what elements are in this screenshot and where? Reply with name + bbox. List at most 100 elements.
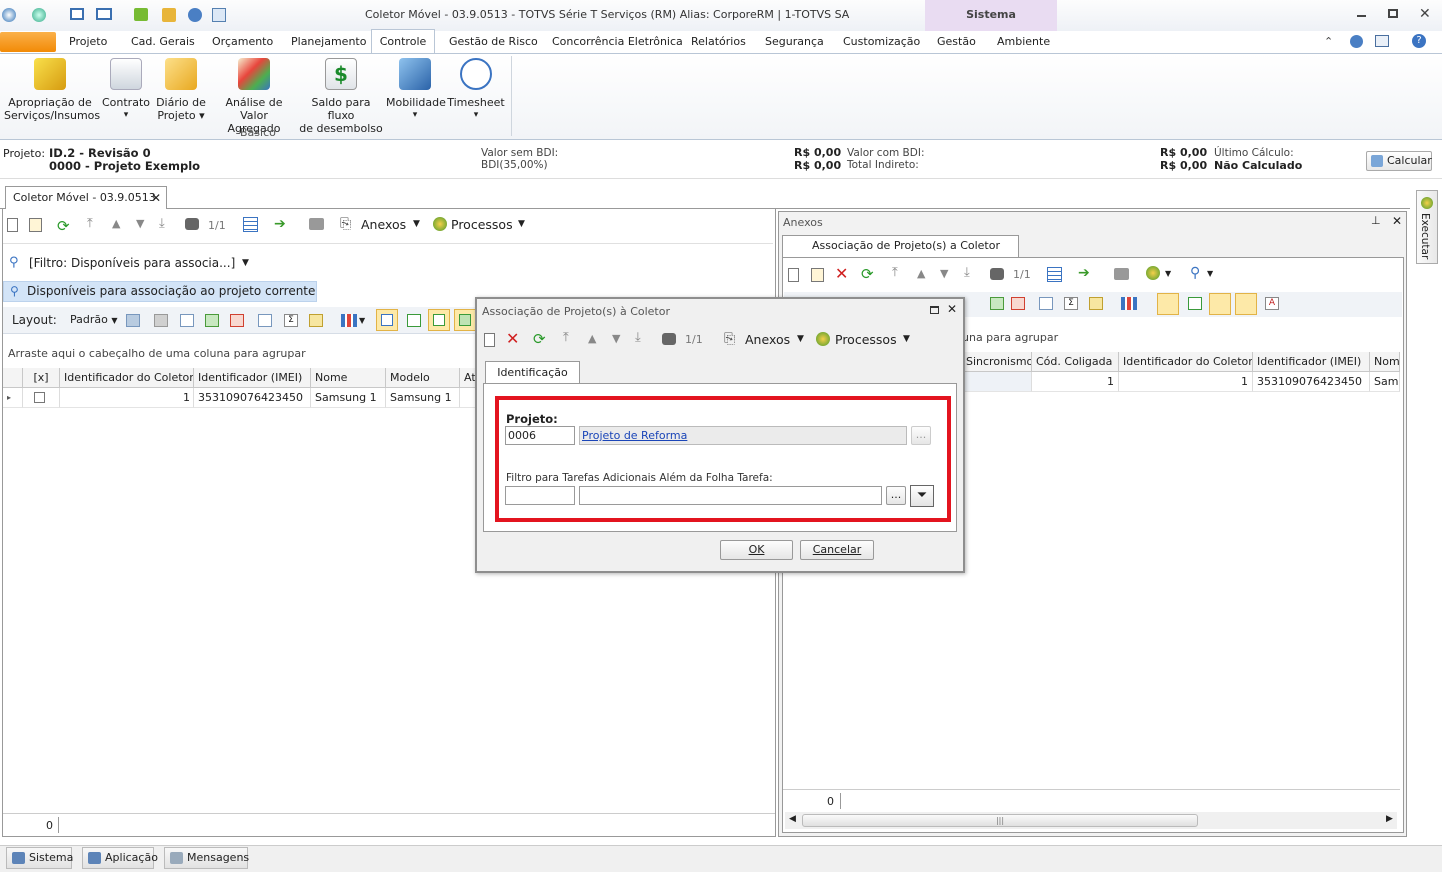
right-grid-cell-sincronismo[interactable] <box>962 372 1032 392</box>
right-grid-cell-imei[interactable]: 353109076423450 <box>1253 372 1370 392</box>
close-icon[interactable]: ✕ <box>1419 6 1431 22</box>
right-binoculars-icon[interactable] <box>990 268 1004 280</box>
tab-relatorios[interactable]: Relatórios <box>691 31 746 53</box>
right-grid-cell-coletor[interactable]: 1 <box>1119 372 1253 392</box>
left-grid-cell-coletor[interactable]: 1 <box>60 388 194 408</box>
executar-side-tab[interactable]: Executar <box>1416 190 1438 264</box>
dialog-processos-dropdown-icon[interactable]: ▼ <box>903 334 910 344</box>
layout-icon-3[interactable] <box>180 314 194 327</box>
right-layout-icon-5[interactable] <box>1089 297 1103 310</box>
left-grid-header-imei[interactable]: Identificador (IMEI) <box>194 368 311 388</box>
left-grid-header-coletor[interactable]: Identificador do Coletor <box>60 368 194 388</box>
apropriacao-button[interactable]: Apropriação de Serviços/Insumos <box>4 58 100 122</box>
right-text-icon[interactable]: A <box>1265 297 1279 310</box>
right-print-icon[interactable] <box>1114 268 1129 280</box>
mobilidade-button[interactable]: Mobilidade ▾ <box>386 58 446 122</box>
dialog-close-icon[interactable]: ✕ <box>947 302 957 316</box>
right-next-icon[interactable]: ▼ <box>940 267 948 280</box>
right-prev-icon[interactable]: ▲ <box>917 267 925 280</box>
diario-button[interactable]: Diário de Projeto ▾ <box>152 58 210 122</box>
projeto-name-text[interactable]: Projeto de Reforma <box>582 429 687 442</box>
filtro-lookup-button[interactable]: ... <box>886 486 906 505</box>
left-processos-button[interactable]: Processos <box>451 217 513 232</box>
right-filter-icon[interactable]: ⚲ <box>1190 265 1200 281</box>
dialog-maximize-icon[interactable] <box>930 306 939 314</box>
layout-toggle-2[interactable] <box>407 314 421 327</box>
row-checkbox[interactable] <box>34 392 45 403</box>
refresh-icon[interactable]: ⟳ <box>57 217 70 235</box>
contrato-button[interactable]: Contrato ▾ <box>100 58 152 122</box>
tab-gestao[interactable]: Gestão <box>937 31 976 53</box>
dialog-anexos-dropdown-icon[interactable]: ▼ <box>797 334 804 344</box>
right-grid-cell-nome[interactable]: Sams <box>1370 372 1400 392</box>
projeto-name-link[interactable]: Projeto de Reforma <box>579 426 907 445</box>
right-chart-icon[interactable] <box>1121 297 1137 310</box>
layout-icon-4[interactable] <box>205 314 219 327</box>
right-grid-header-coligada[interactable]: Cód. Coligada <box>1032 352 1119 372</box>
right-export-icon[interactable]: ➔ <box>1078 265 1090 281</box>
cancel-button[interactable]: Cancelar <box>800 540 874 560</box>
tab-customizacao[interactable]: Customização <box>843 31 920 53</box>
saldo-button[interactable]: $ Saldo para fluxo de desembolso <box>298 58 384 135</box>
filtro-code-input[interactable] <box>505 486 575 505</box>
grid-view-icon[interactable] <box>243 217 258 232</box>
projeto-code-input[interactable]: 0006 <box>505 426 575 445</box>
help-globe-icon[interactable] <box>1350 35 1363 48</box>
export-arrow-icon[interactable]: ➔ <box>274 216 286 232</box>
right-new-icon[interactable] <box>788 268 799 282</box>
row-checkbox-cell[interactable] <box>23 388 60 408</box>
dialog-first-icon[interactable]: ⤒ <box>563 330 569 345</box>
left-grid-header-nome[interactable]: Nome <box>311 368 386 388</box>
view-switch-icon[interactable] <box>1375 35 1389 47</box>
right-processos-dropdown-icon[interactable]: ▼ <box>1165 269 1171 278</box>
right-processos-icon[interactable] <box>1146 266 1160 280</box>
binoculars-icon[interactable] <box>185 218 199 230</box>
right-toggle-3[interactable] <box>1209 293 1231 315</box>
app-menu-button[interactable] <box>0 32 56 52</box>
right-grid-view-icon[interactable] <box>1047 267 1062 282</box>
sigma-icon[interactable]: Σ <box>284 314 298 327</box>
right-sigma-icon[interactable]: Σ <box>1064 297 1078 310</box>
dialog-anexos-button[interactable]: Anexos <box>745 332 790 347</box>
right-layout-icon-3[interactable] <box>1039 297 1053 310</box>
last-record-icon[interactable]: ⤓ <box>159 216 165 231</box>
next-record-icon[interactable]: ▼ <box>136 217 144 230</box>
processos-dropdown-icon[interactable]: ▼ <box>518 219 525 229</box>
dialog-next-icon[interactable]: ▼ <box>612 332 620 345</box>
right-last-icon[interactable]: ⤓ <box>964 265 970 280</box>
calcular-button[interactable]: Calcular <box>1366 151 1432 171</box>
tab-gestao-de-risco[interactable]: Gestão de Risco <box>449 31 538 53</box>
right-edit-icon[interactable] <box>811 268 824 282</box>
window-icon[interactable] <box>70 8 84 20</box>
print-icon[interactable] <box>309 218 324 230</box>
right-panel-close-icon[interactable]: ✕ <box>1392 214 1402 228</box>
right-layout-icon-2[interactable] <box>1011 297 1025 310</box>
edit-icon[interactable] <box>29 218 42 232</box>
status-aplicacao-button[interactable]: Aplicação <box>82 847 158 869</box>
new-icon[interactable] <box>7 218 18 232</box>
tab-orcamento[interactable]: Orçamento <box>212 31 273 53</box>
dialog-processos-button[interactable]: Processos <box>835 332 897 347</box>
left-grid-cell-nome[interactable]: Samsung 1 <box>311 388 386 408</box>
tab-controle[interactable]: Controle <box>371 29 435 54</box>
left-grid-header-modelo[interactable]: Modelo <box>386 368 460 388</box>
scroll-right-icon[interactable]: ▶ <box>1386 814 1393 824</box>
previous-record-icon[interactable]: ▲ <box>112 217 120 230</box>
layout-icon-5[interactable] <box>230 314 244 327</box>
projeto-lookup-button[interactable]: ... <box>911 426 931 445</box>
right-toggle-1[interactable] <box>1157 293 1179 315</box>
web-icon[interactable] <box>188 8 202 22</box>
status-mensagens-button[interactable]: Mensagens <box>164 847 249 869</box>
right-hscrollbar[interactable]: ◀ ||| ▶ <box>785 812 1397 829</box>
right-layout-icon-1[interactable] <box>990 297 1004 310</box>
globe-icon[interactable] <box>32 8 46 22</box>
layout-icon-6[interactable] <box>258 314 272 327</box>
tools-icon[interactable] <box>162 8 176 22</box>
layout-toggle-4[interactable] <box>454 309 476 331</box>
right-first-icon[interactable]: ⤒ <box>892 265 898 280</box>
layout-icon-1[interactable] <box>126 314 140 327</box>
help-icon[interactable]: ? <box>1412 34 1426 48</box>
dialog-binoculars-icon[interactable] <box>662 333 676 345</box>
dialog-last-icon[interactable]: ⤓ <box>635 330 641 345</box>
collapse-ribbon-icon[interactable]: ⌃ <box>1324 35 1333 48</box>
